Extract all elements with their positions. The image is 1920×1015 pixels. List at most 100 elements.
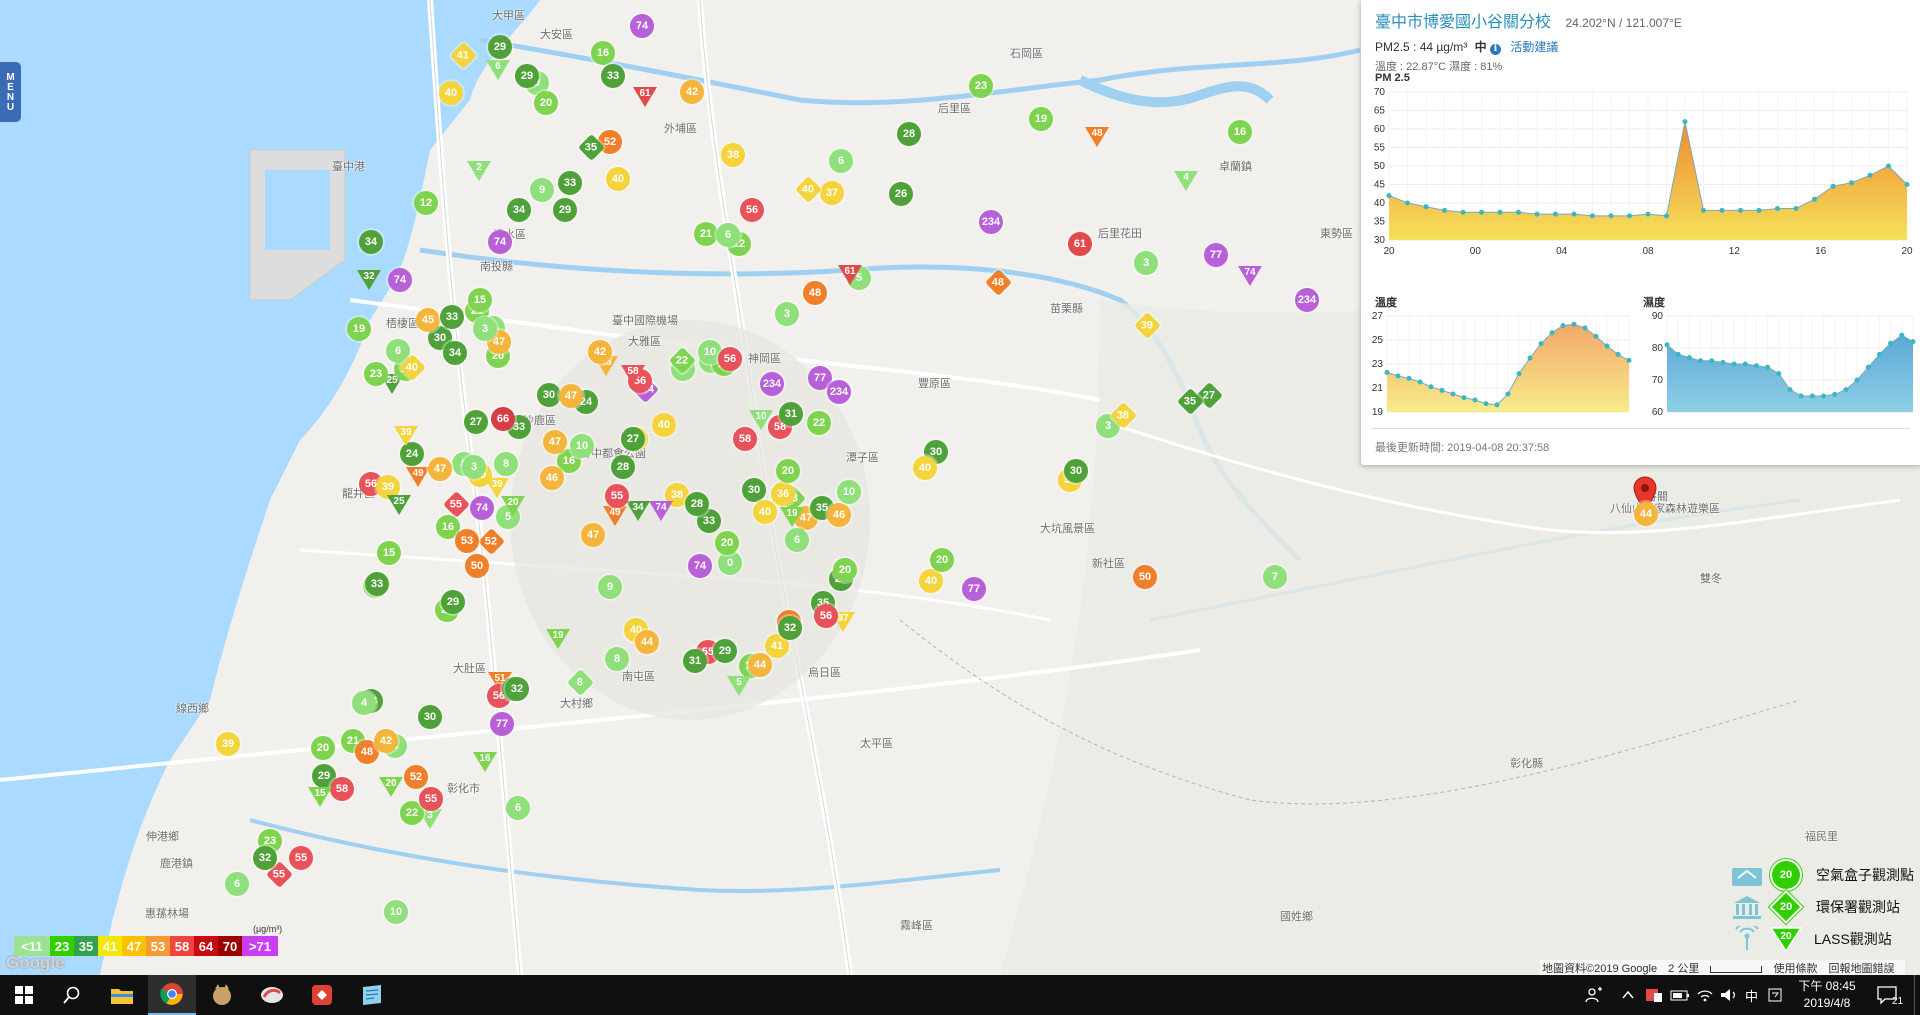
airbox-marker[interactable]: 30 — [1064, 459, 1088, 483]
airbox-marker[interactable]: 47 — [559, 384, 583, 408]
terms-link[interactable]: 使用條款 — [1773, 963, 1817, 975]
airbox-marker[interactable]: 40 — [439, 81, 463, 105]
app-notes-icon[interactable] — [348, 975, 396, 1015]
airbox-marker[interactable]: 3 — [775, 302, 799, 326]
airbox-marker[interactable]: 46 — [540, 466, 564, 490]
airbox-marker[interactable]: 50 — [465, 554, 489, 578]
airbox-marker[interactable]: 37 — [820, 181, 844, 205]
wifi-icon[interactable] — [1696, 975, 1714, 1015]
airbox-marker[interactable]: 74 — [470, 496, 494, 520]
airbox-marker[interactable]: 16 — [591, 41, 615, 65]
lass-station-marker[interactable]: 19 — [546, 629, 570, 649]
taskbar-clock[interactable]: 下午 08:45 2019/4/8 — [1788, 978, 1866, 1012]
airbox-marker[interactable]: 22 — [807, 411, 831, 435]
airbox-marker[interactable]: 20 — [833, 558, 857, 582]
lass-station-marker[interactable]: 19 — [780, 507, 804, 527]
airbox-marker[interactable]: 39 — [216, 732, 240, 756]
airbox-marker[interactable]: 30 — [537, 383, 561, 407]
airbox-marker[interactable]: 9 — [530, 178, 554, 202]
airbox-marker[interactable]: 30 — [418, 705, 442, 729]
lass-station-marker[interactable]: 58 — [621, 365, 645, 385]
search-icon[interactable] — [48, 975, 96, 1015]
airbox-marker[interactable]: 58 — [733, 427, 757, 451]
airbox-marker[interactable]: 77 — [1204, 243, 1228, 267]
airbox-marker[interactable]: 44 — [635, 630, 659, 654]
lass-station-marker[interactable]: 20 — [379, 777, 403, 797]
airbox-marker[interactable]: 19 — [1029, 107, 1053, 131]
airbox-marker[interactable]: 3 — [462, 455, 486, 479]
airbox-marker[interactable]: 27 — [621, 427, 645, 451]
airbox-marker[interactable]: 12 — [414, 191, 438, 215]
airbox-marker[interactable]: 52 — [404, 765, 428, 789]
airbox-marker[interactable]: 61 — [1068, 232, 1092, 256]
airbox-marker[interactable]: 50 — [1133, 565, 1157, 589]
show-desktop-button[interactable] — [1914, 975, 1920, 1015]
airbox-marker[interactable]: 29 — [713, 639, 737, 663]
notification-center-icon[interactable]: 21 — [1876, 975, 1903, 1015]
lass-station-marker[interactable]: 39 — [485, 478, 509, 498]
airbox-marker[interactable]: 40 — [753, 500, 777, 524]
airbox-marker[interactable]: 66 — [491, 407, 515, 431]
airbox-marker[interactable]: 23 — [364, 362, 388, 386]
airbox-marker[interactable]: 40 — [919, 569, 943, 593]
menu-button[interactable]: MENU — [0, 62, 21, 122]
airbox-marker[interactable]: 47 — [428, 457, 452, 481]
airbox-marker[interactable]: 56 — [740, 198, 764, 222]
airbox-marker[interactable]: 234 — [979, 210, 1003, 234]
volume-icon[interactable] — [1720, 975, 1738, 1015]
airbox-marker[interactable]: 29 — [553, 198, 577, 222]
airbox-marker[interactable]: 74 — [488, 230, 512, 254]
airbox-marker[interactable]: 33 — [440, 305, 464, 329]
airbox-marker[interactable]: 6 — [785, 528, 809, 552]
airbox-marker[interactable]: 31 — [779, 402, 803, 426]
airbox-marker[interactable]: 34 — [507, 198, 531, 222]
airbox-marker[interactable]: 6 — [716, 223, 740, 247]
airbox-marker[interactable]: 56 — [718, 347, 742, 371]
selected-station-marker[interactable]: 44 — [1634, 502, 1658, 526]
airbox-marker[interactable]: 74 — [688, 554, 712, 578]
airbox-marker[interactable]: 20 — [930, 548, 954, 572]
tray-expand-icon[interactable] — [1622, 975, 1634, 1015]
airbox-marker[interactable]: 29 — [441, 590, 465, 614]
lass-station-marker[interactable]: 32 — [357, 270, 381, 290]
airbox-marker[interactable]: 16 — [1228, 120, 1252, 144]
airbox-marker[interactable]: 30 — [742, 478, 766, 502]
airbox-marker[interactable]: 42 — [588, 340, 612, 364]
airbox-marker[interactable]: 74 — [630, 14, 654, 38]
lass-station-marker[interactable]: 6 — [486, 60, 510, 80]
airbox-marker[interactable]: 29 — [488, 35, 512, 59]
airbox-marker[interactable]: 48 — [803, 281, 827, 305]
lass-station-marker[interactable]: 49 — [406, 467, 430, 487]
airbox-marker[interactable]: 33 — [601, 64, 625, 88]
airbox-marker[interactable]: 6 — [225, 872, 249, 896]
security-icon[interactable] — [1645, 975, 1663, 1015]
airbox-marker[interactable]: 55 — [289, 846, 313, 870]
chrome-icon[interactable] — [148, 975, 196, 1015]
airbox-marker[interactable]: 53 — [455, 529, 479, 553]
airbox-marker[interactable]: 40 — [606, 167, 630, 191]
lass-station-marker[interactable]: 16 — [473, 752, 497, 772]
airbox-marker[interactable]: 10 — [570, 434, 594, 458]
airbox-marker[interactable]: 8 — [605, 647, 629, 671]
airbox-marker[interactable]: 3 — [473, 317, 497, 341]
app-red-icon[interactable] — [298, 975, 346, 1015]
airbox-marker[interactable]: 4 — [352, 691, 376, 715]
airbox-marker[interactable]: 20 — [311, 736, 335, 760]
lass-station-marker[interactable]: 20 — [501, 496, 525, 516]
airbox-marker[interactable]: 29 — [515, 64, 539, 88]
airbox-marker[interactable]: 10 — [384, 900, 408, 924]
airbox-marker[interactable]: 36 — [771, 482, 795, 506]
airbox-marker[interactable]: 34 — [443, 341, 467, 365]
app-drawing-icon[interactable] — [248, 975, 296, 1015]
airbox-marker[interactable]: 15 — [468, 288, 492, 312]
airbox-marker[interactable]: 42 — [680, 80, 704, 104]
airbox-marker[interactable]: 47 — [581, 523, 605, 547]
airbox-marker[interactable]: 32 — [505, 677, 529, 701]
airbox-marker[interactable]: 28 — [611, 455, 635, 479]
people-icon[interactable] — [1585, 975, 1603, 1015]
airbox-marker[interactable]: 8 — [494, 452, 518, 476]
airbox-marker[interactable]: 21 — [694, 222, 718, 246]
airbox-marker[interactable]: 55 — [605, 484, 629, 508]
airbox-marker[interactable]: 6 — [829, 149, 853, 173]
airbox-marker[interactable]: 7 — [1263, 565, 1287, 589]
